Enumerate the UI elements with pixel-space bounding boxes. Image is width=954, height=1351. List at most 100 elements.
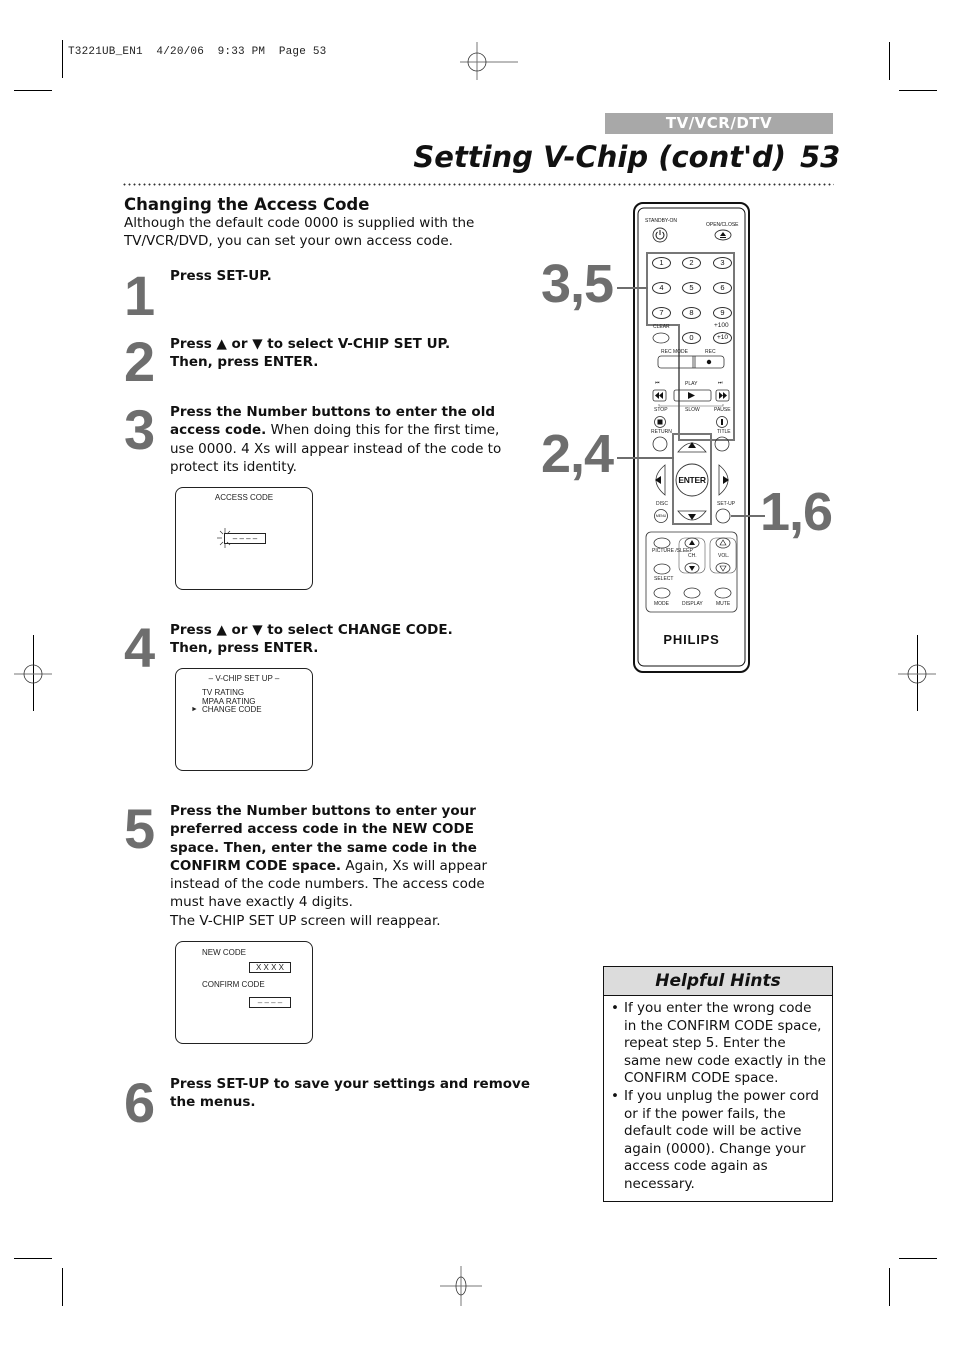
hints-title: Helpful Hints [604, 967, 832, 996]
menu-list: TV RATING MPAA RATING CHANGE CODE [202, 688, 262, 715]
step-text: Press SET-UP. [170, 267, 530, 285]
registration-mark-icon [460, 42, 518, 80]
crop-mark [899, 90, 937, 91]
fast-forward-button[interactable] [716, 390, 729, 401]
stop-button[interactable] [654, 416, 666, 428]
menu-item-change-code[interactable]: CHANGE CODE [202, 706, 262, 715]
registration-mark-icon [898, 664, 936, 684]
left-arrow-button[interactable] [651, 465, 665, 495]
dotted-divider [122, 183, 834, 186]
return-button[interactable] [653, 437, 667, 451]
rec-mode-button[interactable] [658, 356, 693, 368]
crop-mark [14, 90, 52, 91]
rec-button[interactable] [695, 356, 724, 368]
disc-label: DISC [656, 501, 668, 507]
clear-button[interactable] [652, 333, 670, 344]
digit-button-5[interactable]: 5 [682, 282, 701, 294]
plus10-button[interactable]: +10 [713, 332, 732, 344]
new-code-screen: NEW CODE X X X X CONFIRM CODE – – – – [175, 941, 313, 1044]
right-arrow-button[interactable] [719, 465, 733, 495]
select-button[interactable] [654, 564, 670, 574]
page-number: 53 [800, 140, 841, 174]
step-instruction: Press ▲ or ▼ to select V-CHIP SET UP. [170, 336, 451, 352]
confirm-code-label: CONFIRM CODE [202, 980, 265, 989]
digit-button-9[interactable]: 9 [713, 307, 732, 319]
mute-button[interactable] [715, 588, 731, 598]
step-text: Press SET-UP to save your settings and r… [170, 1075, 532, 1112]
setup-button[interactable] [716, 509, 730, 523]
down-arrow-button[interactable] [678, 511, 706, 524]
callout-steps-2-4: 2,4 [541, 424, 614, 484]
step-number: 2 [124, 330, 155, 393]
digit-button-3[interactable]: 3 [713, 257, 732, 269]
page-title: Setting V-Chip (cont'd) [413, 140, 786, 174]
mode-button[interactable] [654, 588, 670, 598]
print-slug: T3221UB_EN1 4/20/06 9:33 PM Page 53 [68, 46, 327, 58]
section-intro: Although the default code 0000 is suppli… [124, 215, 475, 249]
digit-button-7[interactable]: 7 [652, 307, 671, 319]
title-button[interactable] [715, 437, 729, 451]
display-button[interactable] [684, 588, 700, 598]
helpful-hints-box: Helpful Hints If you enter the wrong cod… [603, 966, 833, 1202]
digit-button-8[interactable]: 8 [682, 307, 701, 319]
menu-cursor-icon: ► [191, 706, 198, 713]
screen-title: ACCESS CODE [214, 493, 274, 502]
channel-up-button[interactable] [685, 538, 699, 548]
new-code-label: NEW CODE [202, 948, 246, 957]
digit-button-6[interactable]: 6 [713, 282, 732, 294]
step-number: 3 [124, 398, 155, 461]
digit-button-2[interactable]: 2 [682, 257, 701, 269]
step-text: Press the Number buttons to enter the ol… [170, 403, 522, 476]
crop-mark [62, 40, 63, 78]
crop-mark [899, 1258, 937, 1259]
callout-steps-3-5: 3,5 [541, 254, 614, 314]
digit-button-0[interactable]: 0 [682, 332, 701, 344]
step-text: Press the Number buttons to enter your p… [170, 802, 512, 930]
rewind-button[interactable] [653, 390, 666, 401]
section-tab: TV/VCR/DTV [605, 113, 833, 134]
play-label: PLAY [685, 381, 698, 387]
step-number: 4 [124, 616, 155, 679]
pause-button[interactable] [716, 416, 728, 428]
crop-mark [889, 42, 890, 80]
hint-item: If you enter the wrong code in the CONFI… [611, 1000, 826, 1088]
enter-button[interactable]: ENTER [676, 464, 708, 496]
registration-mark-icon [440, 1266, 482, 1306]
up-arrow-button[interactable] [678, 439, 706, 452]
section-heading: Changing the Access Code [124, 195, 370, 214]
play-button[interactable] [674, 390, 711, 401]
crop-mark [889, 1268, 890, 1306]
rec-mode-label: REC MODE [661, 349, 688, 355]
remote-control: STANDBY-ON OPEN/CLOSE 1 2 3 4 5 6 7 8 9 … [633, 202, 750, 673]
disc-menu-button[interactable]: MENU [655, 510, 668, 523]
crop-mark [62, 1268, 63, 1306]
hints-list: If you enter the wrong code in the CONFI… [604, 996, 832, 1194]
registration-mark-icon [14, 664, 52, 684]
display-label: DISPLAY [682, 601, 703, 607]
step-instruction: Press SET-UP. [170, 268, 272, 284]
step-number: 6 [124, 1071, 155, 1134]
step-number: 1 [124, 264, 155, 327]
setup-label: SET-UP [717, 501, 736, 507]
step-instruction: Press ▲ or ▼ to select CHANGE CODE. [170, 622, 453, 638]
number-pad: 1 2 3 4 5 6 7 8 9 0 +10 [633, 202, 750, 352]
title-label: TITLE [717, 429, 731, 435]
picture-sleep-button[interactable] [654, 538, 670, 548]
mode-label: MODE [654, 601, 669, 607]
callout-leader-line [731, 515, 765, 517]
skip-forward-icon: ⏭ [718, 380, 723, 386]
step-instruction: Press SET-UP to save your settings and r… [170, 1076, 531, 1111]
slow-label: SLOW [684, 407, 701, 413]
step-text: Press ▲ or ▼ to select CHANGE CODE. Then… [170, 621, 530, 658]
vchip-setup-screen: – V-CHIP SET UP – TV RATING MPAA RATING … [175, 668, 313, 771]
channel-down-button[interactable] [685, 563, 699, 573]
volume-down-button[interactable] [716, 563, 730, 573]
digit-button-4[interactable]: 4 [652, 282, 671, 294]
clear-label: CLEAR [653, 324, 670, 330]
return-label: RETURN [651, 429, 672, 435]
hint-item: If you unplug the power cord or if the p… [611, 1088, 826, 1194]
callout-leader-line [617, 457, 674, 459]
digit-button-1[interactable]: 1 [652, 257, 671, 269]
volume-up-button[interactable] [716, 538, 730, 548]
brand-logo: PHILIPS [663, 632, 720, 647]
